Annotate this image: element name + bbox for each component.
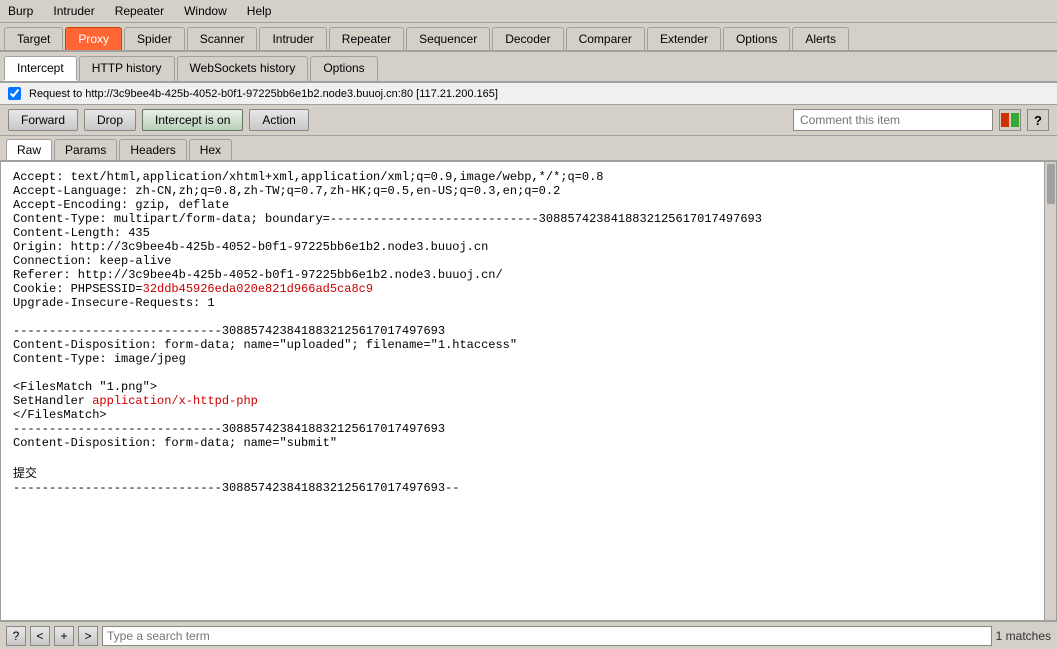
- app-tabs: Target Proxy Spider Scanner Intruder Rep…: [0, 23, 1057, 52]
- search-input[interactable]: [102, 626, 992, 646]
- comment-input[interactable]: [793, 109, 993, 131]
- tab-decoder[interactable]: Decoder: [492, 27, 563, 50]
- search-bar: ? < + > 1 matches: [0, 621, 1057, 649]
- search-next-button[interactable]: >: [78, 626, 98, 646]
- search-next-button-plus[interactable]: +: [54, 626, 74, 646]
- matches-label: 1 matches: [996, 629, 1051, 643]
- toolbar: Forward Drop Intercept is on Action ?: [0, 105, 1057, 136]
- request-checkbox[interactable]: [8, 87, 21, 100]
- tab-comparer[interactable]: Comparer: [566, 27, 645, 50]
- tab-repeater[interactable]: Repeater: [329, 27, 404, 50]
- tab-spider[interactable]: Spider: [124, 27, 185, 50]
- menu-help[interactable]: Help: [243, 2, 276, 20]
- tab-extender[interactable]: Extender: [647, 27, 721, 50]
- menu-burp[interactable]: Burp: [4, 2, 37, 20]
- tab-intruder[interactable]: Intruder: [259, 27, 326, 50]
- tab-options[interactable]: Options: [723, 27, 790, 50]
- highlight-icon[interactable]: [999, 109, 1021, 131]
- action-button[interactable]: Action: [249, 109, 308, 131]
- content-tab-params[interactable]: Params: [54, 139, 117, 160]
- tab-proxy[interactable]: Proxy: [65, 27, 122, 50]
- content-wrapper: Accept: text/html,application/xhtml+xml,…: [0, 161, 1057, 621]
- menu-bar: Burp Intruder Repeater Window Help: [0, 0, 1057, 23]
- tab-scanner[interactable]: Scanner: [187, 27, 258, 50]
- request-text[interactable]: Accept: text/html,application/xhtml+xml,…: [1, 162, 1044, 620]
- request-url: Request to http://3c9bee4b-425b-4052-b0f…: [29, 88, 498, 100]
- scroll-thumb[interactable]: [1047, 164, 1055, 204]
- request-info-bar: Request to http://3c9bee4b-425b-4052-b0f…: [0, 83, 1057, 105]
- subtab-websockets-history[interactable]: WebSockets history: [177, 56, 309, 81]
- scrollbar[interactable]: [1044, 162, 1056, 620]
- subtab-options[interactable]: Options: [310, 56, 377, 81]
- intercept-toggle-button[interactable]: Intercept is on: [142, 109, 243, 131]
- menu-repeater[interactable]: Repeater: [111, 2, 168, 20]
- search-prev-button[interactable]: <: [30, 626, 50, 646]
- content-tabs: Raw Params Headers Hex: [0, 136, 1057, 161]
- subtab-http-history[interactable]: HTTP history: [79, 56, 175, 81]
- tab-target[interactable]: Target: [4, 27, 63, 50]
- help-icon[interactable]: ?: [1027, 109, 1049, 131]
- search-help-button[interactable]: ?: [6, 626, 26, 646]
- content-tab-headers[interactable]: Headers: [119, 139, 186, 160]
- forward-button[interactable]: Forward: [8, 109, 78, 131]
- subtab-intercept[interactable]: Intercept: [4, 56, 77, 81]
- request-body-area: Accept: text/html,application/xhtml+xml,…: [0, 161, 1057, 621]
- content-tab-raw[interactable]: Raw: [6, 139, 52, 160]
- drop-button[interactable]: Drop: [84, 109, 136, 131]
- tab-alerts[interactable]: Alerts: [792, 27, 849, 50]
- menu-window[interactable]: Window: [180, 2, 231, 20]
- menu-intruder[interactable]: Intruder: [49, 2, 98, 20]
- tab-sequencer[interactable]: Sequencer: [406, 27, 490, 50]
- sub-tabs: Intercept HTTP history WebSockets histor…: [0, 52, 1057, 83]
- content-tab-hex[interactable]: Hex: [189, 139, 232, 160]
